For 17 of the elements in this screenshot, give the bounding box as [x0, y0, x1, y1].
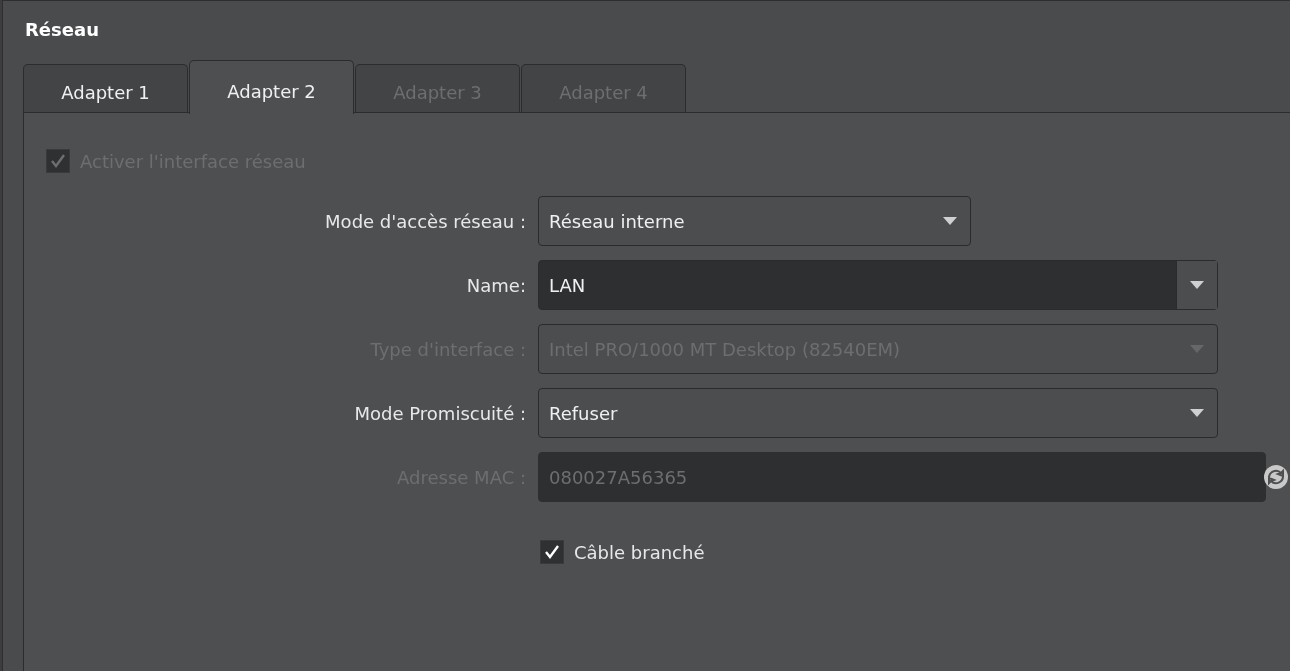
field-label: Name: [465, 274, 526, 296]
tab[interactable]: Adapter 1 [23, 64, 188, 112]
check-icon [543, 543, 561, 561]
dropdown[interactable]: Réseau interne [538, 196, 971, 246]
check-icon [49, 152, 67, 170]
field-label: Mode d'accès réseau : [324, 210, 526, 232]
field-label: Mode Promiscuité : [353, 402, 526, 424]
combo-field[interactable]: LAN [538, 260, 1218, 310]
section-title: Réseau [25, 19, 99, 40]
dropdown-arrow-icon[interactable] [1190, 409, 1204, 417]
dropdown-arrow-icon[interactable] [1190, 281, 1204, 289]
checkbox-label: Câble branché [574, 541, 705, 563]
refresh-icon[interactable] [1263, 464, 1289, 490]
checkbox[interactable] [540, 540, 564, 564]
tab[interactable]: Adapter 2 [189, 60, 354, 114]
dropdown[interactable]: Refuser [538, 388, 1218, 438]
dropdown-arrow-icon[interactable] [943, 217, 957, 225]
